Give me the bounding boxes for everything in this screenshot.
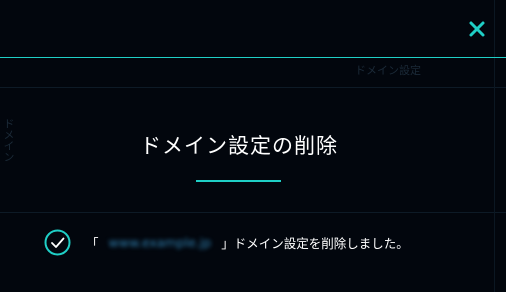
title-underline bbox=[196, 180, 281, 182]
close-button[interactable] bbox=[468, 20, 486, 38]
domain-delete-dialog: ドメイン設定 ドメイン ドメイン設定の削除 「 www.example.jp 」… bbox=[0, 0, 506, 292]
message-domain-name: www.example.jp bbox=[108, 234, 212, 250]
background-divider bbox=[0, 212, 506, 213]
background-divider bbox=[494, 0, 495, 292]
background-label: ドメイン設定 bbox=[355, 64, 421, 77]
message-text: 」ドメイン設定を削除しました。 bbox=[221, 235, 409, 251]
check-circle-icon bbox=[44, 229, 71, 255]
header-divider bbox=[0, 57, 506, 58]
background-divider bbox=[0, 87, 506, 88]
message-open-bracket: 「 bbox=[86, 235, 99, 251]
success-message: 「 www.example.jp 」ドメイン設定を削除しました。 bbox=[44, 228, 409, 256]
close-icon bbox=[469, 21, 485, 37]
dialog-title: ドメイン設定の削除 bbox=[140, 134, 338, 158]
